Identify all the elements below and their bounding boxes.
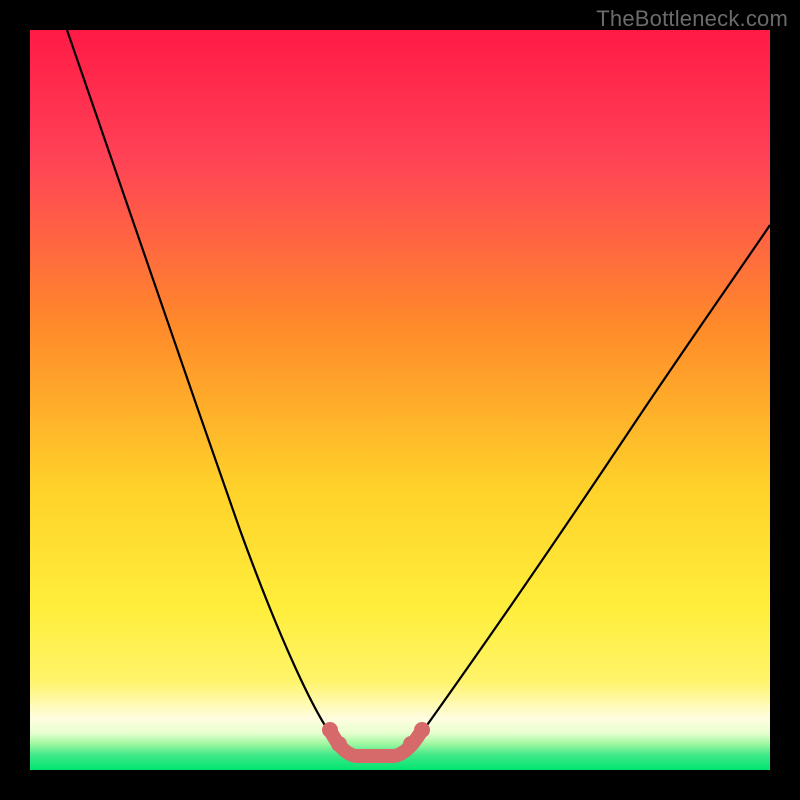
gradient-bg — [30, 30, 770, 770]
chart-svg — [30, 30, 770, 770]
watermark-text: TheBottleneck.com — [596, 6, 788, 32]
chart-frame: TheBottleneck.com — [0, 0, 800, 800]
plot-area — [30, 30, 770, 770]
